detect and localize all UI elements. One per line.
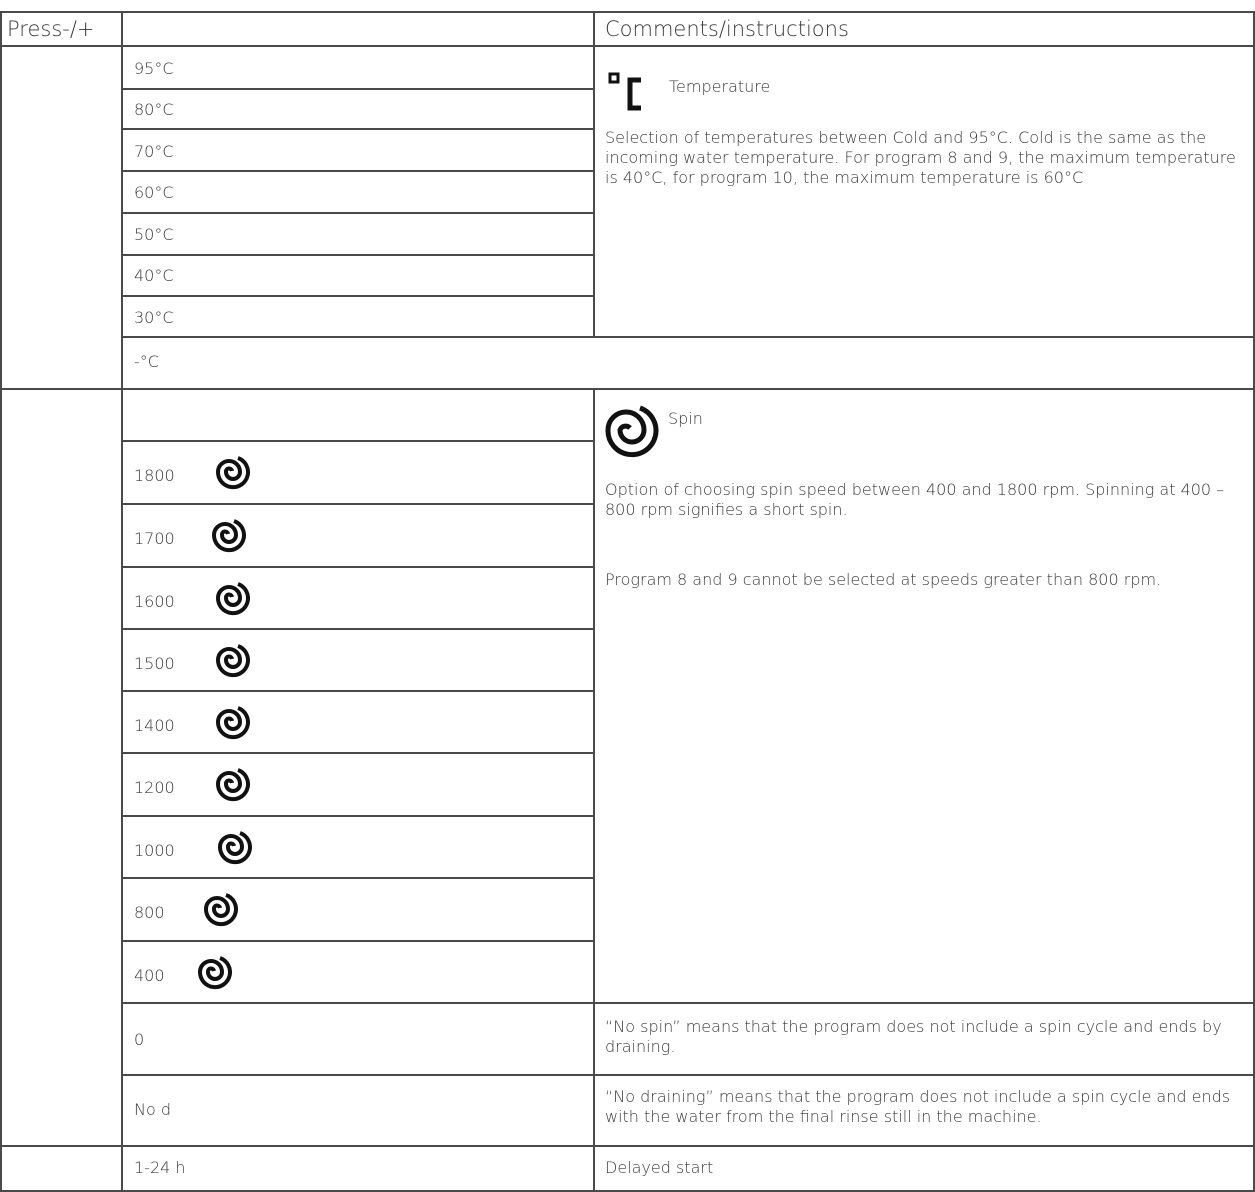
spin-speed-value: 1200 [134,778,175,797]
temperature-option: 95°C [134,59,174,78]
header-press: Press-/+ [7,17,95,41]
temperature-title: Temperature [669,77,771,96]
spiral-icon [215,768,250,802]
temperature-option: 80°C [134,100,174,119]
header-comments: Comments/instructions [605,17,849,41]
no-drain-description: “No draining” means that the program doe… [605,1087,1231,1126]
spin-speed-value: 800 [134,903,165,922]
spin-speed-value: 1500 [134,654,175,673]
no-drain-value: No d [134,1100,171,1119]
spiral-icon [217,831,252,865]
temperature-option: 40°C [134,266,174,285]
spin-description: Option of choosing spin speed between 40… [605,480,1225,519]
spiral-icon [203,893,238,927]
spin-title-icon [605,405,659,458]
column-divider-1 [121,11,123,1192]
temperature-cold: -°C [134,352,159,371]
spin-speed-value: 400 [134,966,165,985]
spin-title: Spin [668,409,703,428]
spin-speed-value: 1400 [134,716,175,735]
no-spin-value: 0 [134,1030,145,1049]
temperature-option: 60°C [134,183,174,202]
delay-value: 1-24 h [134,1158,186,1177]
spiral-icon [215,456,250,490]
spiral-icon [215,582,250,616]
spin-speed-value: 1700 [134,529,175,548]
temperature-option: 70°C [134,142,174,161]
table-border-top [0,11,1255,13]
spin-speed-value: 1600 [134,592,175,611]
spiral-icon [197,956,232,990]
temperature-description: Selection of temperatures between Cold a… [605,128,1236,187]
table-border-left [0,11,2,1192]
spin-restriction: Program 8 and 9 cannot be selected at sp… [605,570,1162,589]
spin-speed-value: 1800 [134,466,175,485]
section-divider [0,388,1255,390]
header-divider [0,45,1255,47]
spiral-icon [211,519,246,553]
no-spin-description: “No spin” means that the program does no… [605,1017,1222,1056]
spin-speed-value: 1000 [134,841,175,860]
column-divider-2 [593,11,595,337]
temperature-option: 30°C [134,308,174,327]
options-table: Press-/+ Comments/instructions 95°C 80°C… [0,0,1255,1192]
spiral-icon [215,644,250,678]
spiral-icon [215,706,250,740]
temperature-icon [608,72,641,111]
delay-description: Delayed start [605,1158,714,1177]
temperature-option: 50°C [134,225,174,244]
